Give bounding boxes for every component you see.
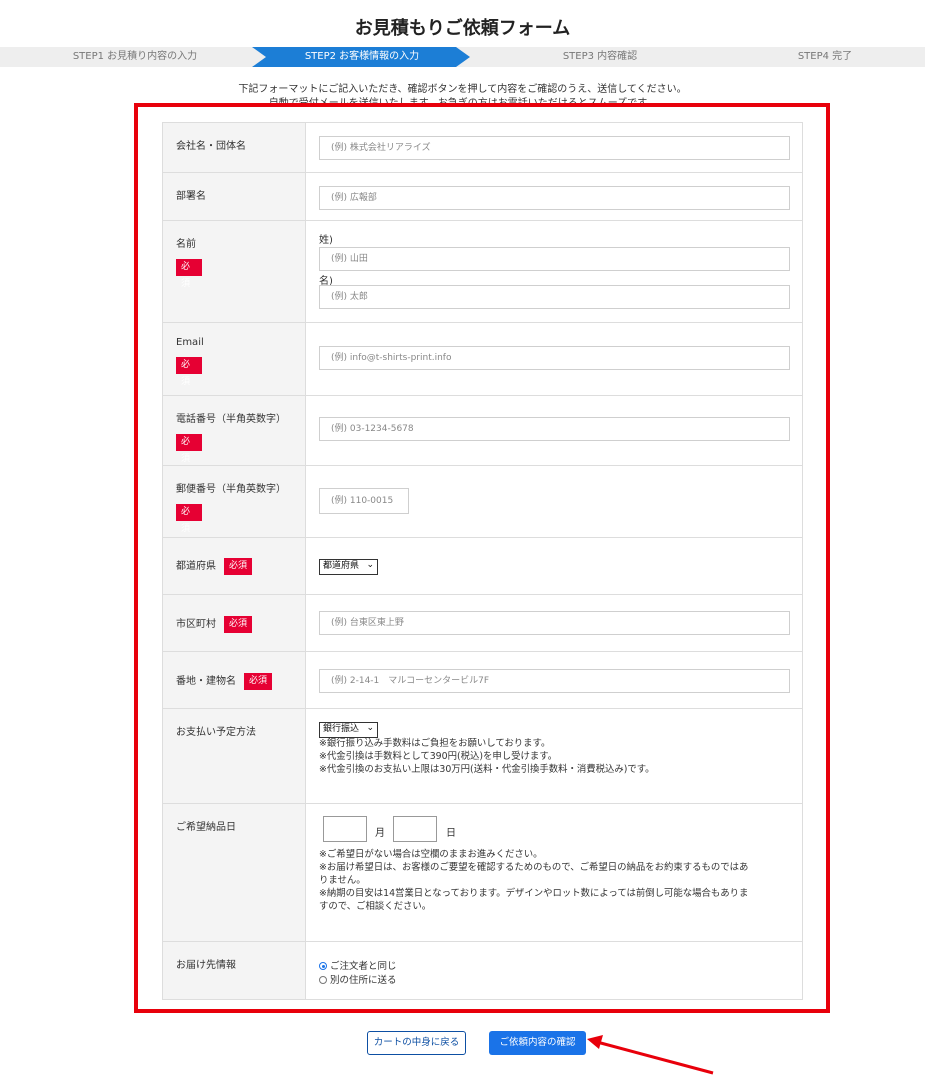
address-input[interactable]: (例) 2-14-1 マルコーセンタービル7F: [319, 669, 790, 693]
intro-text: 下記フォーマットにご記入いただき、確認ボタンを押して内容をご確認のうえ、送信して…: [0, 83, 925, 105]
prefecture-select[interactable]: 都道府県 ⌄: [319, 559, 379, 575]
required-badge: 必須: [244, 672, 273, 690]
row-name: 名前 必須 姓) (例) 山田 名) (例) 太郎: [163, 221, 802, 323]
zip-label: 郵便番号（半角英数字） 必須: [163, 466, 306, 537]
department-input[interactable]: (例) 広報部: [319, 186, 790, 210]
radio-unchecked-icon: [319, 976, 327, 984]
city-input[interactable]: (例) 台東区東上野: [319, 611, 790, 635]
chevron-down-icon: ⌄: [366, 723, 375, 733]
row-address: 番地・建物名 必須 (例) 2-14-1 マルコーセンタービル7F: [163, 652, 802, 709]
phone-label: 電話番号（半角英数字） 必須: [163, 396, 306, 465]
step-3: STEP3 内容確認: [562, 51, 638, 62]
required-badge: 必須: [176, 357, 202, 387]
row-prefecture: 都道府県 必須 都道府県 ⌄: [163, 538, 802, 595]
prefecture-label: 都道府県 必須: [163, 538, 306, 594]
page-title: お見積もりご依頼フォーム: [354, 18, 571, 39]
last-name-label: 姓): [319, 235, 333, 246]
row-company: 会社名・団体名 (例) 株式会社リアライズ: [163, 123, 802, 173]
confirm-request-button[interactable]: ご依頼内容の確認: [489, 1031, 586, 1055]
row-payment: お支払い予定方法 銀行振込 ⌄ ※銀行振り込み手数料はご負担をお願いしております…: [163, 709, 802, 804]
delivery-date-label: ご希望納品日: [163, 804, 306, 941]
radio-same-as-orderer[interactable]: ご注文者と同じ: [319, 958, 397, 972]
department-label: 部署名: [163, 173, 306, 220]
email-input[interactable]: (例) info@t-shirts-print.info: [319, 346, 790, 370]
required-badge: 必須: [224, 615, 253, 633]
step-2: STEP2 お客様情報の入力: [304, 51, 420, 62]
row-phone: 電話番号（半角英数字） 必須 (例) 03-1234-5678: [163, 396, 802, 466]
required-badge: 必須: [224, 557, 253, 575]
back-to-cart-button[interactable]: カートの中身に戻る: [367, 1031, 466, 1055]
customer-form: 会社名・団体名 (例) 株式会社リアライズ 部署名 (例) 広報部 名前 必須 …: [162, 122, 803, 1000]
delivery-notes: ※ご希望日がない場合は空欄のままお進みください。 ※お届け希望日は、お客様のご要…: [319, 849, 749, 912]
intro-line-1: 下記フォーマットにご記入いただき、確認ボタンを押して内容をご確認のうえ、送信して…: [238, 84, 687, 95]
shipping-label: お届け先情報: [163, 942, 306, 999]
company-label: 会社名・団体名: [163, 123, 306, 172]
day-unit: 日: [446, 828, 456, 839]
address-label: 番地・建物名 必須: [163, 652, 306, 708]
row-delivery-date: ご希望納品日 月 日 ※ご希望日がない場合は空欄のままお進みください。 ※お届け…: [163, 804, 802, 942]
row-department: 部署名 (例) 広報部: [163, 173, 802, 221]
row-zip: 郵便番号（半角英数字） 必須 (例) 110-0015: [163, 466, 802, 538]
required-badge: 必須: [176, 259, 202, 289]
row-city: 市区町村 必須 (例) 台東区東上野: [163, 595, 802, 652]
first-name-input[interactable]: (例) 太郎: [319, 285, 790, 309]
name-label: 名前 必須: [163, 221, 306, 322]
radio-other-address[interactable]: 別の住所に送る: [319, 972, 397, 986]
payment-notes: ※銀行振り込み手数料はご負担をお願いしております。 ※代金引換は手数料として39…: [319, 738, 655, 775]
payment-label: お支払い予定方法: [163, 709, 306, 803]
email-label: Email 必須: [163, 323, 306, 395]
red-arrow-icon: [587, 1035, 714, 1075]
step-progress-bar: STEP1 お見積り内容の入力 STEP2 お客様情報の入力 STEP3 内容確…: [0, 47, 925, 67]
phone-input[interactable]: (例) 03-1234-5678: [319, 417, 790, 441]
step-4: STEP4 完了: [797, 51, 853, 62]
last-name-input[interactable]: (例) 山田: [319, 247, 790, 271]
day-input[interactable]: [393, 816, 437, 842]
city-label: 市区町村 必須: [163, 595, 306, 651]
payment-select[interactable]: 銀行振込 ⌄: [319, 722, 379, 738]
required-badge: 必須: [176, 434, 202, 464]
chevron-down-icon: ⌄: [366, 560, 375, 570]
month-unit: 月: [375, 828, 385, 839]
zip-input[interactable]: (例) 110-0015: [319, 488, 409, 514]
company-input[interactable]: (例) 株式会社リアライズ: [319, 136, 790, 160]
row-email: Email 必須 (例) info@t-shirts-print.info: [163, 323, 802, 396]
step-1: STEP1 お見積り内容の入力: [72, 51, 198, 62]
row-shipping: お届け先情報 ご注文者と同じ 別の住所に送る: [163, 942, 802, 999]
radio-checked-icon: [319, 962, 327, 970]
month-input[interactable]: [323, 816, 367, 842]
required-badge: 必須: [176, 504, 202, 534]
